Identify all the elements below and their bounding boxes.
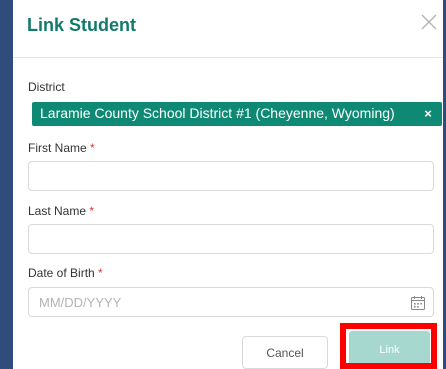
page-background: Link Student District Laramie County Sch…: [0, 0, 446, 369]
dialog-title: Link Student: [27, 15, 136, 35]
district-remove-icon[interactable]: ×: [422, 107, 434, 121]
first-name-label: First Name *: [28, 141, 95, 155]
link-student-dialog: Link Student District Laramie County Sch…: [13, 0, 443, 369]
district-select[interactable]: Laramie County School District #1 (Cheye…: [32, 102, 442, 126]
last-name-label: Last Name *: [28, 204, 95, 218]
district-label: District: [28, 80, 65, 94]
cancel-button[interactable]: Cancel: [242, 336, 328, 369]
required-marker: *: [89, 204, 95, 218]
required-marker: *: [98, 266, 103, 280]
dob-label: Date of Birth *: [28, 266, 103, 280]
dialog-header: Link Student: [13, 0, 443, 58]
dob-input[interactable]: [28, 287, 434, 317]
close-icon: [421, 14, 437, 30]
district-selected-value: Laramie County School District #1 (Cheye…: [40, 105, 395, 121]
first-name-input[interactable]: [28, 161, 434, 191]
close-button[interactable]: [417, 10, 441, 34]
required-marker: *: [90, 141, 95, 155]
link-button[interactable]: Link: [349, 331, 430, 369]
last-name-input[interactable]: [28, 224, 434, 254]
